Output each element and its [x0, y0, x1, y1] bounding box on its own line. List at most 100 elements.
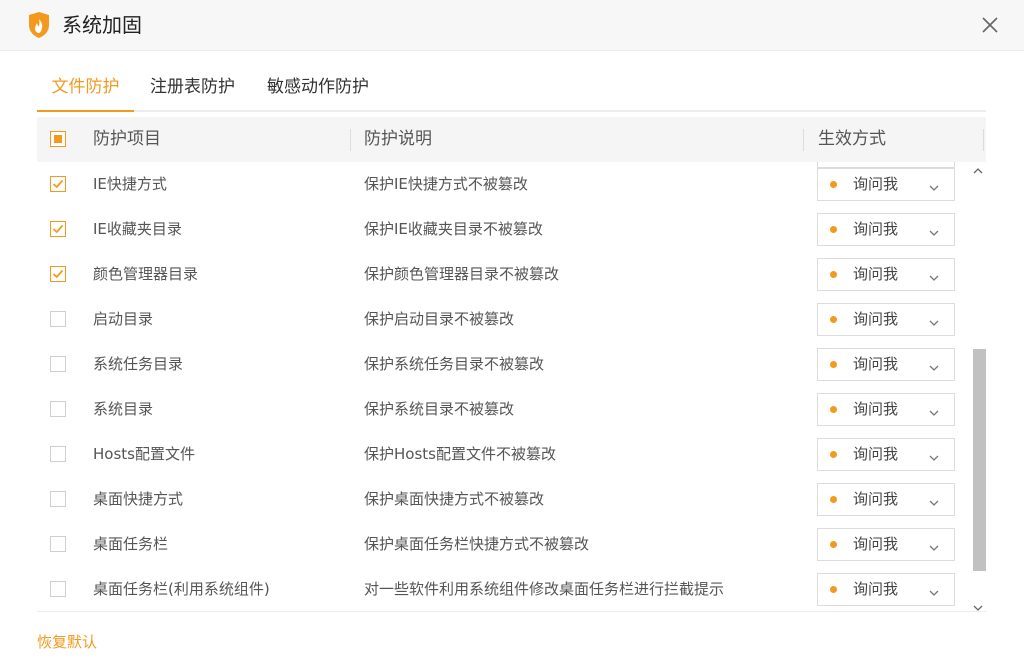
- row-item-name: 系统目录: [93, 400, 154, 418]
- row-item-name: 桌面任务栏(利用系统组件): [93, 580, 270, 598]
- mode-dropdown[interactable]: 询问我: [817, 438, 955, 471]
- table-row: Hosts配置文件 保护Hosts配置文件不被篡改 询问我: [37, 432, 969, 477]
- scroll-up-arrow-icon[interactable]: [971, 162, 985, 174]
- chevron-down-icon: [928, 584, 940, 596]
- table-row: 桌面任务栏(利用系统组件) 对一些软件利用系统组件修改桌面任务栏进行拦截提示 询问我: [37, 567, 969, 611]
- mode-dropdown[interactable]: 询问我: [817, 528, 955, 561]
- chevron-down-icon: [928, 539, 940, 551]
- status-dot-icon: [830, 181, 837, 188]
- flame-shield-icon: [26, 11, 52, 39]
- row-description: 保护桌面任务栏快捷方式不被篡改: [364, 535, 590, 553]
- status-dot-icon: [830, 541, 837, 548]
- column-divider: [983, 129, 984, 151]
- mode-dropdown[interactable]: 询问我: [817, 213, 955, 246]
- mode-dropdown[interactable]: 询问我: [817, 483, 955, 516]
- chevron-down-icon: [928, 224, 940, 236]
- status-dot-icon: [830, 226, 837, 233]
- chevron-down-icon: [928, 404, 940, 416]
- column-divider: [803, 129, 804, 151]
- chevron-down-icon: [928, 179, 940, 191]
- protection-list: IE快捷方式 保护IE快捷方式不被篡改 询问我 IE收藏夹目录 保护IE收藏夹目录不被篡…: [37, 162, 986, 611]
- table-row: 启动目录 保护启动目录不被篡改 询问我: [37, 297, 969, 342]
- mode-dropdown-value: 询问我: [853, 310, 899, 328]
- divider: [37, 611, 986, 612]
- checkmark-icon: [52, 269, 64, 279]
- mode-dropdown[interactable]: 询问我: [817, 168, 955, 201]
- tab-file-protection[interactable]: 文件防护: [37, 64, 134, 112]
- row-checkbox[interactable]: [50, 401, 66, 417]
- row-checkbox[interactable]: [50, 446, 66, 462]
- table-row: IE收藏夹目录 保护IE收藏夹目录不被篡改 询问我: [37, 207, 969, 252]
- status-dot-icon: [830, 361, 837, 368]
- mode-dropdown-value: 询问我: [853, 355, 899, 373]
- select-all-checkbox[interactable]: [50, 131, 66, 147]
- window-title: 系统加固: [62, 13, 142, 37]
- chevron-down-icon: [928, 359, 940, 371]
- column-header-description: 防护说明: [364, 129, 432, 149]
- mode-dropdown-value: 询问我: [853, 535, 899, 553]
- row-item-name: 桌面快捷方式: [93, 490, 184, 508]
- chevron-down-icon: [928, 494, 940, 506]
- close-icon[interactable]: [978, 13, 1002, 37]
- row-description: 保护颜色管理器目录不被篡改: [364, 265, 560, 283]
- column-header-mode: 生效方式: [818, 129, 886, 149]
- row-item-name: 颜色管理器目录: [93, 265, 199, 283]
- row-item-name: 系统任务目录: [93, 355, 184, 373]
- mode-dropdown[interactable]: 询问我: [817, 573, 955, 606]
- row-checkbox[interactable]: [50, 266, 66, 282]
- row-item-name: IE收藏夹目录: [93, 220, 182, 238]
- status-dot-icon: [830, 316, 837, 323]
- row-description: 保护启动目录不被篡改: [364, 310, 515, 328]
- row-checkbox[interactable]: [50, 176, 66, 192]
- title-bar: 系统加固: [0, 0, 1024, 51]
- row-description: 保护桌面快捷方式不被篡改: [364, 490, 545, 508]
- mode-dropdown-value: 询问我: [853, 490, 899, 508]
- mode-dropdown-value: 询问我: [853, 445, 899, 463]
- mode-dropdown-value: 询问我: [853, 400, 899, 418]
- row-item-name: 桌面任务栏: [93, 535, 169, 553]
- row-checkbox[interactable]: [50, 356, 66, 372]
- mode-dropdown[interactable]: 询问我: [817, 348, 955, 381]
- row-item-name: Hosts配置文件: [93, 445, 195, 463]
- mode-dropdown-value: 询问我: [853, 220, 899, 238]
- column-header-item: 防护项目: [93, 129, 161, 149]
- row-item-name: 启动目录: [93, 310, 154, 328]
- row-checkbox[interactable]: [50, 311, 66, 327]
- scrollbar-thumb[interactable]: [973, 349, 986, 571]
- row-checkbox[interactable]: [50, 536, 66, 552]
- checkmark-icon: [52, 179, 64, 189]
- chevron-down-icon: [928, 269, 940, 281]
- checkmark-icon: [52, 224, 64, 234]
- row-description: 保护Hosts配置文件不被篡改: [364, 445, 556, 463]
- tab-registry-protection[interactable]: 注册表防护: [147, 64, 238, 110]
- row-checkbox[interactable]: [50, 491, 66, 507]
- mode-dropdown[interactable]: 询问我: [817, 258, 955, 291]
- mode-dropdown[interactable]: 询问我: [817, 303, 955, 336]
- mode-dropdown-value: 询问我: [853, 175, 899, 193]
- row-description: 保护系统任务目录不被篡改: [364, 355, 545, 373]
- status-dot-icon: [830, 271, 837, 278]
- status-dot-icon: [830, 496, 837, 503]
- status-dot-icon: [830, 406, 837, 413]
- tab-sensitive-action-protection[interactable]: 敏感动作防护: [263, 64, 373, 110]
- row-description: 保护IE收藏夹目录不被篡改: [364, 220, 543, 238]
- table-row: 桌面任务栏 保护桌面任务栏快捷方式不被篡改 询问我: [37, 522, 969, 567]
- status-dot-icon: [830, 451, 837, 458]
- tab-bar: 文件防护 注册表防护 敏感动作防护: [37, 64, 986, 112]
- table-row: 系统目录 保护系统目录不被篡改 询问我: [37, 387, 969, 432]
- chevron-down-icon: [928, 449, 940, 461]
- row-description: 对一些软件利用系统组件修改桌面任务栏进行拦截提示: [364, 580, 725, 598]
- mode-dropdown-value: 询问我: [853, 265, 899, 283]
- scroll-down-arrow-icon[interactable]: [971, 599, 985, 611]
- chevron-down-icon: [928, 314, 940, 326]
- vertical-scrollbar[interactable]: [969, 162, 986, 611]
- table-row: IE快捷方式 保护IE快捷方式不被篡改 询问我: [37, 162, 969, 207]
- restore-default-link[interactable]: 恢复默认: [37, 631, 97, 653]
- status-dot-icon: [830, 586, 837, 593]
- mode-dropdown-value: 询问我: [853, 580, 899, 598]
- mode-dropdown[interactable]: 询问我: [817, 393, 955, 426]
- row-checkbox[interactable]: [50, 581, 66, 597]
- row-description: 保护系统目录不被篡改: [364, 400, 515, 418]
- table-header: 防护项目 防护说明 生效方式: [37, 117, 986, 162]
- row-checkbox[interactable]: [50, 221, 66, 237]
